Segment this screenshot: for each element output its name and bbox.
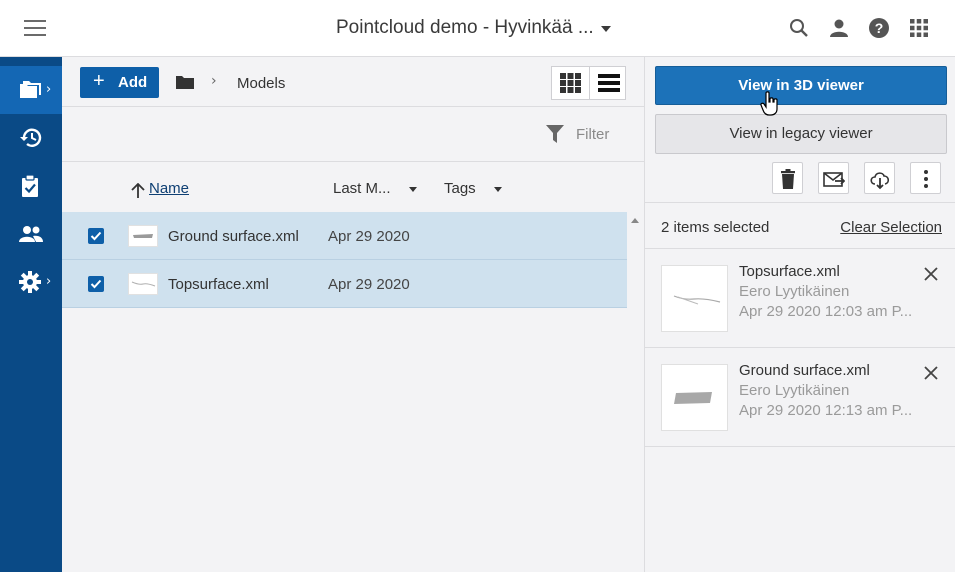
nav-tasks[interactable] [0,162,62,210]
selected-file-card: Topsurface.xml Eero Lyytikäinen Apr 29 2… [645,249,955,348]
breadcrumb-separator-icon: › [211,73,217,89]
browser-toolbar: + Add › Models [62,57,644,107]
grid-view-icon [560,73,581,93]
card-author: Eero Lyytikäinen [739,283,850,300]
filter-button[interactable]: Filter [546,124,616,146]
more-vertical-icon [924,170,928,188]
column-last-modified[interactable]: Last M... [333,180,417,197]
details-panel: View in 3D viewer View in legacy viewer … [644,57,955,572]
chevron-right-icon: › [46,274,52,289]
nav-users[interactable] [0,210,62,258]
selected-file-card: Ground surface.xml Eero Lyytikäinen Apr … [645,348,955,447]
card-date: Apr 29 2020 12:03 am P... [739,303,913,320]
clipboard-check-icon [22,175,38,197]
left-nav-rail: › › [0,57,62,572]
card-date: Apr 29 2020 12:13 am P... [739,402,913,419]
column-last-modified-label: Last M... [333,180,391,197]
breadcrumb-current[interactable]: Models [237,75,285,92]
folder-icon [20,81,41,98]
file-thumbnail [128,225,158,247]
grid-view-button[interactable] [552,67,589,99]
user-icon[interactable] [828,17,850,39]
view-in-3d-viewer-button[interactable]: View in 3D viewer [655,66,947,105]
file-date: Apr 29 2020 [328,228,410,245]
view-toggle [551,66,626,100]
file-name: Ground surface.xml [168,228,299,245]
file-name: Topsurface.xml [168,276,269,293]
selected-count: 2 items selected [661,219,770,236]
table-header: Name Last M... Tags [62,161,644,212]
column-tags[interactable]: Tags [444,180,502,197]
people-icon [19,226,43,242]
selection-summary: 2 items selected Clear Selection [645,202,955,249]
help-icon[interactable]: ? [868,17,890,39]
menu-icon[interactable] [24,20,46,36]
file-thumbnail [128,273,158,295]
more-actions-button[interactable] [910,162,941,194]
svg-text:?: ? [875,20,884,36]
row-checkbox[interactable] [88,228,104,244]
card-title: Ground surface.xml [739,362,870,379]
list-view-button[interactable] [589,67,626,99]
plus-icon: + [93,70,105,92]
card-author: Eero Lyytikäinen [739,382,850,399]
column-tags-label: Tags [444,180,476,197]
scrollbar[interactable] [627,212,644,572]
row-checkbox[interactable] [88,276,104,292]
caret-down-icon [493,186,502,192]
sort-ascending-icon[interactable] [131,183,145,199]
check-icon [90,231,102,241]
search-icon[interactable] [788,17,810,39]
project-dropdown-caret-icon[interactable] [601,26,611,32]
folder-icon[interactable] [176,75,194,89]
hand-cursor-icon [760,91,778,116]
file-list: Ground surface.xml Apr 29 2020 Topsurfac… [62,212,627,308]
table-row[interactable]: Ground surface.xml Apr 29 2020 [62,212,627,260]
add-button-label: Add [118,74,148,91]
apps-grid-icon[interactable] [908,17,930,39]
app-header: Pointcloud demo - Hyvinkää ... ? [0,0,955,57]
download-button[interactable] [864,162,895,194]
history-icon [20,128,42,147]
scroll-up-arrow-icon[interactable] [631,218,639,223]
nav-history[interactable] [0,114,62,162]
table-row[interactable]: Topsurface.xml Apr 29 2020 [62,260,627,308]
chevron-right-icon: › [46,82,52,97]
file-thumbnail [661,364,728,431]
add-button[interactable]: + Add [80,67,159,98]
column-name[interactable]: Name [149,180,189,197]
caret-down-icon [408,186,417,192]
view-in-legacy-viewer-button[interactable]: View in legacy viewer [655,114,947,154]
trash-icon [781,169,795,189]
file-thumbnail [661,265,728,332]
check-icon [90,279,102,289]
list-view-icon [598,74,620,92]
close-icon[interactable] [924,267,938,281]
clear-selection-link[interactable]: Clear Selection [840,219,942,236]
cloud-download-icon [870,172,890,190]
nav-settings[interactable]: › [0,258,62,306]
file-browser: + Add › Models Filter Name Last M... Tag… [62,57,644,572]
filter-label: Filter [576,126,610,143]
filter-icon [546,125,564,143]
close-icon[interactable] [924,366,938,380]
card-title: Topsurface.xml [739,263,840,280]
project-title[interactable]: Pointcloud demo - Hyvinkää ... [336,17,594,39]
share-button[interactable] [818,162,849,194]
file-date: Apr 29 2020 [328,276,410,293]
settings-icon [19,271,41,293]
delete-button[interactable] [772,162,803,194]
nav-models[interactable]: › [0,66,62,114]
share-link-icon [823,172,845,187]
